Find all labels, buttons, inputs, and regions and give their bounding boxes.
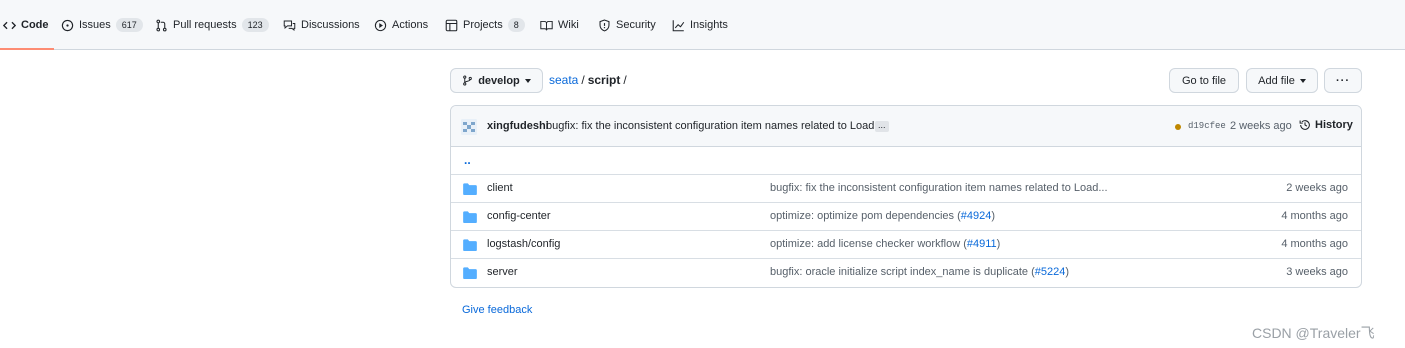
- table-icon: [444, 18, 458, 32]
- file-commit-message[interactable]: bugfix: fix the inconsistent configurati…: [770, 182, 1108, 194]
- history-label: History: [1315, 119, 1353, 131]
- breadcrumb-trailing-separator: /: [623, 73, 627, 87]
- tab-projects[interactable]: Projects 8: [444, 0, 525, 50]
- breadcrumb-separator: /: [581, 73, 585, 87]
- commit-sha[interactable]: d19cfee: [1188, 121, 1226, 131]
- file-age: 3 weeks ago: [1286, 266, 1348, 278]
- repo-nav: Code Issues 617 Pull requests 123 Discus…: [0, 0, 1405, 50]
- breadcrumb-current: script: [587, 73, 621, 87]
- tab-label: Security: [616, 19, 656, 31]
- commit-text[interactable]: bugfix: fix the inconsistent configurati…: [770, 182, 1108, 194]
- file-age: 4 months ago: [1281, 238, 1348, 250]
- commit-text[interactable]: bugfix: oracle initialize script index_n…: [770, 266, 1035, 278]
- chevron-down-icon: [1299, 78, 1306, 83]
- commit-text[interactable]: optimize: add license checker workflow (: [770, 238, 967, 250]
- add-file-label: Add file: [1258, 74, 1295, 87]
- commit-message[interactable]: bugfix: fix the inconsistent configurati…: [546, 120, 884, 132]
- file-name[interactable]: config-center: [487, 210, 551, 222]
- file-commit-message: optimize: add license checker workflow (…: [770, 238, 1000, 250]
- breadcrumb: seata / script /: [549, 73, 630, 87]
- pr-link[interactable]: #5224: [1035, 266, 1066, 278]
- pull-requests-counter: 123: [241, 18, 269, 32]
- tab-issues[interactable]: Issues 617: [60, 0, 143, 50]
- tab-label: Wiki: [558, 19, 579, 31]
- commit-author[interactable]: xingfudeshi: [487, 120, 549, 132]
- parent-directory-row[interactable]: ..: [451, 147, 1361, 175]
- tab-label: Projects: [463, 19, 503, 31]
- graph-icon: [671, 18, 685, 32]
- git-branch-icon: [462, 75, 473, 86]
- avatar[interactable]: [461, 119, 477, 135]
- tab-pull-requests[interactable]: Pull requests 123: [154, 0, 269, 50]
- file-row[interactable]: client bugfix: fix the inconsistent conf…: [451, 175, 1361, 203]
- watermark: CSDN @Traveler飞: [1252, 325, 1375, 341]
- branch-name: develop: [478, 74, 520, 87]
- folder-icon: [463, 211, 477, 223]
- go-to-file-label: Go to file: [1181, 74, 1227, 87]
- add-file-button[interactable]: Add file: [1246, 68, 1318, 93]
- file-name[interactable]: client: [487, 182, 513, 194]
- folder-icon: [463, 183, 477, 195]
- tab-actions[interactable]: Actions: [373, 0, 428, 50]
- file-age: 4 months ago: [1281, 210, 1348, 222]
- folder-icon: [463, 267, 477, 279]
- discussions-icon: [282, 18, 296, 32]
- commit-text-suffix: ): [996, 238, 1001, 250]
- issues-counter: 617: [115, 18, 143, 32]
- file-age: 2 weeks ago: [1286, 182, 1348, 194]
- play-icon: [373, 18, 387, 32]
- issue-icon: [60, 18, 74, 32]
- tab-label: Actions: [392, 19, 429, 31]
- shield-icon: [597, 18, 611, 32]
- book-icon: [539, 18, 553, 32]
- branch-selector[interactable]: develop: [450, 68, 543, 93]
- code-icon: [2, 18, 16, 32]
- tab-discussions[interactable]: Discussions: [282, 0, 360, 50]
- file-commit-message: optimize: optimize pom dependencies (#49…: [770, 210, 995, 222]
- expand-commit-button[interactable]: ...: [875, 121, 889, 132]
- pull-request-icon: [154, 18, 168, 32]
- tab-label: Issues: [79, 19, 111, 31]
- file-name[interactable]: logstash/config: [487, 238, 560, 250]
- breadcrumb-repo-link[interactable]: seata: [549, 73, 578, 87]
- pr-link[interactable]: #4911: [967, 238, 997, 250]
- kebab-horizontal-icon: ···: [1336, 74, 1350, 87]
- tab-label: Code: [21, 19, 49, 31]
- tab-code[interactable]: Code: [0, 0, 53, 50]
- give-feedback-link[interactable]: Give feedback: [462, 304, 532, 316]
- tab-label: Pull requests: [173, 19, 237, 31]
- history-icon: [1299, 119, 1315, 131]
- tab-security[interactable]: Security: [597, 0, 656, 50]
- commit-text-suffix: ): [1065, 266, 1070, 278]
- tab-label: Insights: [690, 19, 728, 31]
- tab-insights[interactable]: Insights: [671, 0, 728, 50]
- tab-label: Discussions: [301, 19, 360, 31]
- file-row[interactable]: server bugfix: oracle initialize script …: [451, 259, 1361, 287]
- commit-time: 2 weeks ago: [1230, 120, 1292, 132]
- chevron-down-icon: [524, 78, 531, 83]
- file-row[interactable]: config-center optimize: optimize pom dep…: [451, 203, 1361, 231]
- commit-text-suffix: ): [991, 210, 996, 222]
- go-to-file-button[interactable]: Go to file: [1169, 68, 1239, 93]
- file-row[interactable]: logstash/config optimize: add license ch…: [451, 231, 1361, 259]
- latest-commit-bar: xingfudeshi bugfix: fix the inconsistent…: [451, 106, 1361, 147]
- projects-counter: 8: [507, 18, 525, 32]
- folder-icon: [463, 239, 477, 251]
- pr-link[interactable]: #4924: [961, 210, 992, 222]
- parent-directory-link[interactable]: ..: [464, 153, 471, 167]
- file-commit-message: bugfix: oracle initialize script index_n…: [770, 266, 1069, 278]
- commit-text[interactable]: optimize: optimize pom dependencies (: [770, 210, 961, 222]
- file-listing: xingfudeshi bugfix: fix the inconsistent…: [450, 105, 1362, 288]
- commit-status-dot[interactable]: [1175, 124, 1181, 130]
- history-button[interactable]: History: [1299, 119, 1353, 131]
- file-name[interactable]: server: [487, 266, 518, 278]
- more-options-button[interactable]: ···: [1324, 68, 1362, 93]
- tab-wiki[interactable]: Wiki: [539, 0, 579, 50]
